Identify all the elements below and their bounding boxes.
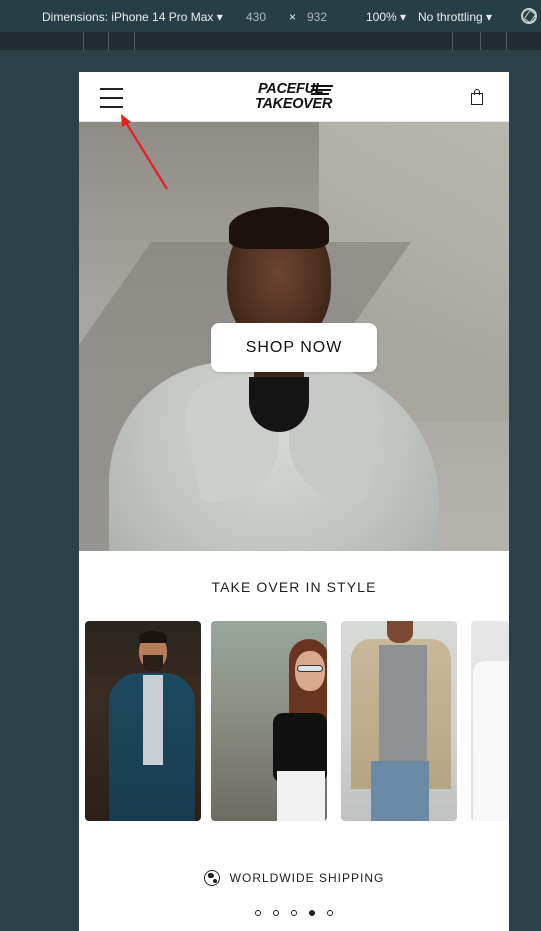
media-query-ruler [0,32,541,50]
hero-photo-hair [229,207,329,249]
logo-stripe [310,85,334,87]
rotate-icon[interactable] [521,8,537,24]
shopping-bag-icon[interactable] [470,89,484,106]
devtools-toolbar: Dimensions: iPhone 14 Pro Max ▾ 430 × 93… [0,0,541,32]
times-symbol: × [289,10,297,24]
product-card-woman-with-sunglasses[interactable] [211,621,327,821]
product-card-man-in-cardigan[interactable] [341,621,457,821]
logo-stripe [310,93,330,95]
pagination-dot[interactable] [327,910,333,916]
throttling-dropdown[interactable]: No throttling ▾ [418,10,492,24]
zoom-dropdown[interactable]: 100% ▾ [366,10,406,24]
shipping-label: WORLDWIDE SHIPPING [229,871,385,885]
product-carousel[interactable] [85,621,509,821]
pagination-dot-active[interactable] [309,910,315,916]
carousel-pagination [79,910,509,916]
section-title: TAKE OVER IN STYLE [211,579,377,595]
caret-down-icon: ▾ [400,10,407,24]
mobile-viewport: PACEFUL TAKEOVER SHOP NOW TAKE OVER IN S… [79,72,509,931]
caret-down-icon: ▾ [216,10,223,24]
pagination-dot[interactable] [291,910,297,916]
dimensions-dropdown[interactable]: Dimensions: iPhone 14 Pro Max ▾ [42,10,223,24]
pagination-dot[interactable] [273,910,279,916]
zoom-label: 100% [366,10,397,24]
ruler-divider [134,32,135,50]
worldwide-shipping: WORLDWIDE SHIPPING [79,868,509,888]
caret-down-icon: ▾ [486,10,493,24]
product-card-man-in-blue-suit[interactable] [85,621,201,821]
ruler-divider [452,32,453,50]
site-header: PACEFUL TAKEOVER [79,72,509,122]
logo-stripe [310,89,332,91]
brand-logo[interactable]: PACEFUL TAKEOVER [255,81,337,113]
width-input[interactable]: 430 [246,10,266,24]
ruler-divider [108,32,109,50]
ruler-divider [83,32,84,50]
shop-now-button[interactable]: SHOP NOW [211,323,377,372]
hero-banner: SHOP NOW [79,122,509,551]
dimensions-label: Dimensions: iPhone 14 Pro Max [42,10,214,24]
globe-icon [203,870,220,886]
ruler-divider [506,32,507,50]
height-input[interactable]: 932 [307,10,327,24]
product-card-partial[interactable] [471,621,509,821]
pagination-dot[interactable] [255,910,261,916]
throttling-label: No throttling [418,10,483,24]
logo-line-2: TAKEOVER [255,96,333,112]
hamburger-menu-icon[interactable] [100,86,123,108]
ruler-divider [480,32,481,50]
